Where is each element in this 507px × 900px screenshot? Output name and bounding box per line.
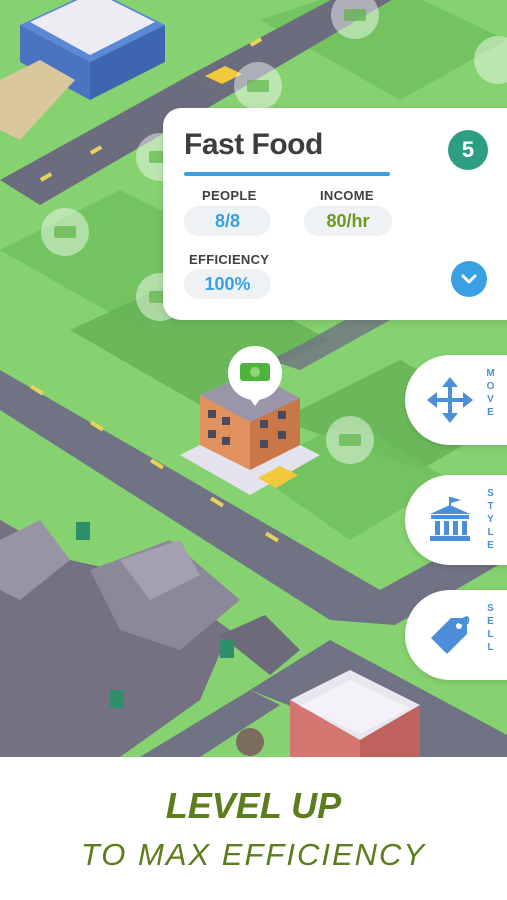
caption-headline: LEVEL UP (165, 785, 342, 826)
style-label: STYLE (487, 488, 495, 551)
move-label: MOVE (486, 368, 496, 418)
efficiency-value: 100% (184, 269, 271, 299)
bank-building-icon (430, 497, 470, 541)
chevron-down-icon (461, 274, 477, 284)
move-button[interactable]: MOVE (405, 355, 507, 445)
caption-subline: TO MAX EFFICIENCY (80, 837, 427, 872)
move-arrows-icon (427, 377, 473, 423)
promo-caption: LEVEL UP TO MAX EFFICIENCY (0, 757, 507, 900)
sell-label: SELL (487, 603, 495, 653)
people-label: PEOPLE (202, 188, 257, 203)
income-label: INCOME (320, 188, 374, 203)
people-value: 8/8 (184, 206, 271, 236)
style-button[interactable]: STYLE (405, 475, 507, 565)
title-underline (184, 172, 390, 176)
building-name: Fast Food (184, 128, 323, 161)
income-value: 80/hr (304, 206, 392, 236)
building-info-card: Fast Food 5 PEOPLE 8/8 INCOME 80/hr EFFI… (163, 108, 507, 320)
efficiency-label: EFFICIENCY (189, 252, 270, 267)
level-badge: 5 (448, 130, 488, 170)
sell-button[interactable]: SELL (405, 590, 507, 680)
price-tag-icon (431, 616, 470, 654)
expand-card-button[interactable] (451, 261, 487, 297)
